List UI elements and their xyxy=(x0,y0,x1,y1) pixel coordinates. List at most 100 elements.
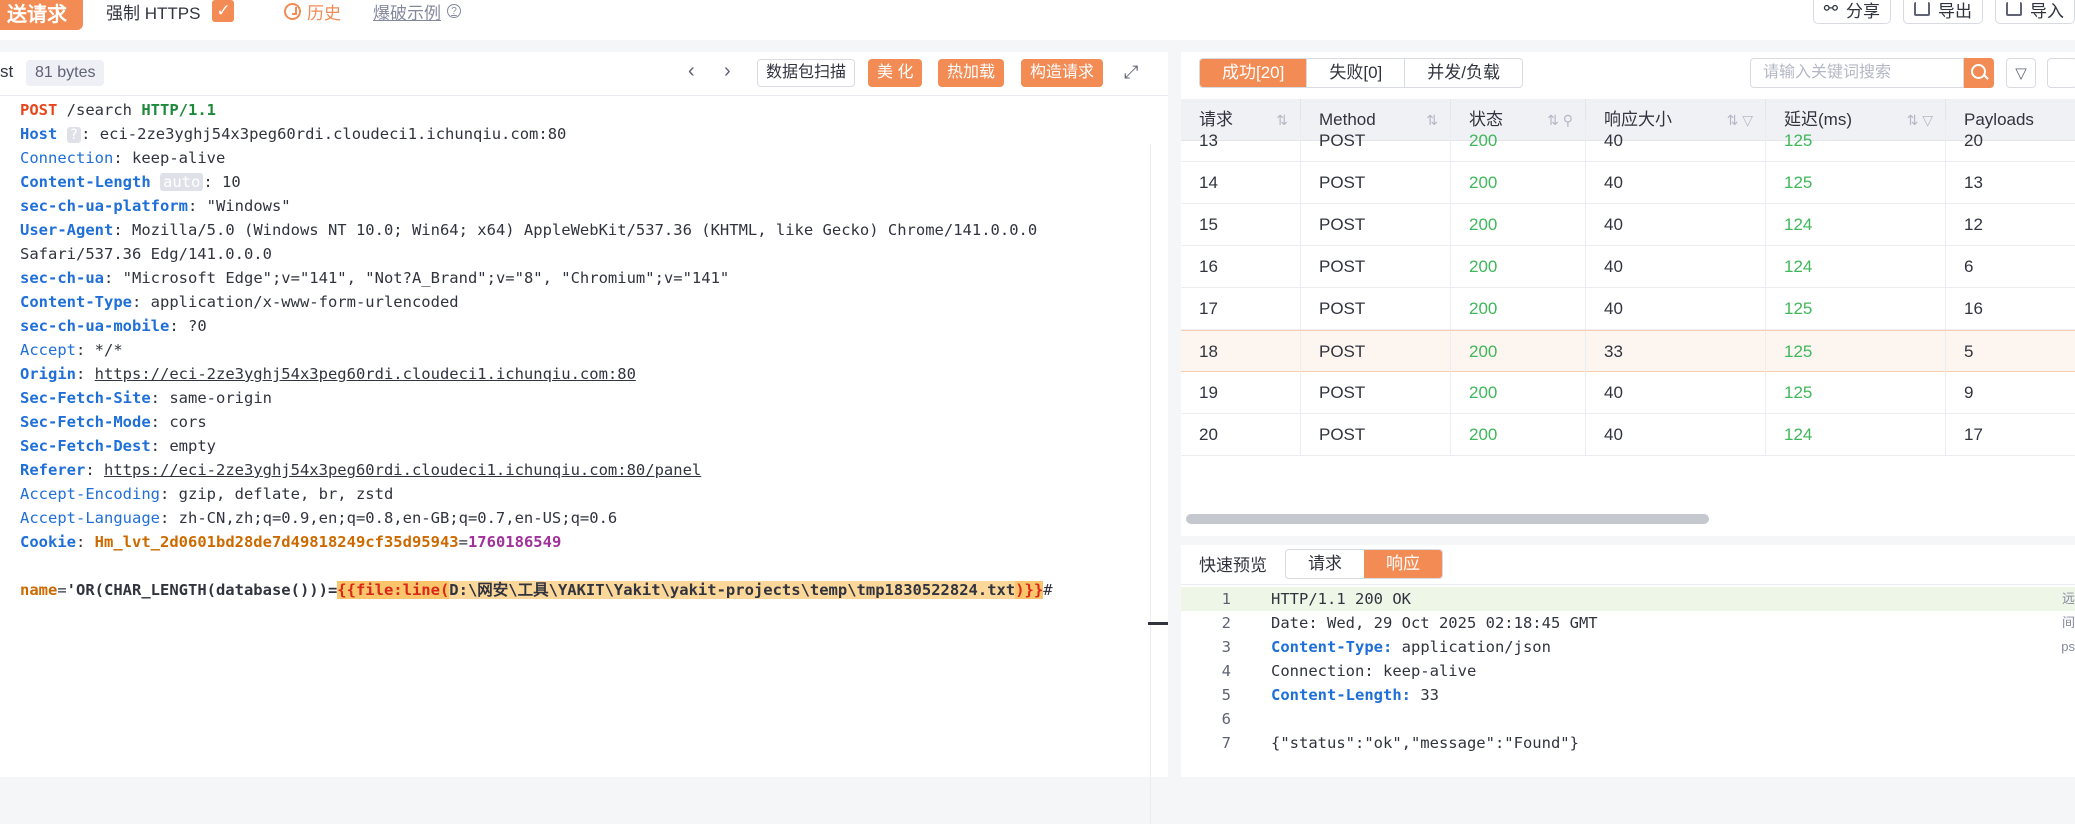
header-accept-language: Accept-Language: zh-CN,zh;q=0.9,en;q=0.8… xyxy=(20,509,618,527)
table-cell: 40 xyxy=(1586,246,1766,288)
tab-preview-response[interactable]: 响应 xyxy=(1364,550,1442,578)
export-button[interactable]: 导出 xyxy=(1903,0,1983,24)
header-user-agent: User-Agent: Mozilla/5.0 (Windows NT 10.0… xyxy=(20,221,1038,239)
response-text: Connection: keep-alive xyxy=(1271,662,1477,680)
preview-header: 快速预览 请求 响应 xyxy=(1181,545,2075,585)
request-editor[interactable]: POST /search HTTP/1.1 Host ?: eci-2ze3yg… xyxy=(0,98,1168,824)
table-cell: 200 xyxy=(1451,331,1586,373)
history-button[interactable]: 历史 xyxy=(284,0,341,23)
table-row[interactable]: 18 POST 200 33 125 5 xyxy=(1181,330,2075,373)
table-cell: 12 xyxy=(1964,215,1983,234)
header-sec-fetch-mode: Sec-Fetch-Mode: cors xyxy=(20,413,207,431)
hotload-button[interactable]: 热加载 xyxy=(938,59,1005,87)
table-cell: 200 xyxy=(1451,414,1586,456)
quick-preview-panel: 快速预览 请求 响应 1 HTTP/1.1 200 OK 远 2 Date: Wed, … xyxy=(1181,545,2075,777)
build-request-button[interactable]: 构造请求 xyxy=(1021,59,1104,87)
header-sec-fetch-dest: Sec-Fetch-Dest: empty xyxy=(20,437,216,455)
table-cell: 40 xyxy=(1586,120,1766,162)
table-cell: 200 xyxy=(1451,120,1586,162)
table-row[interactable]: 13 POST 200 40 125 20 xyxy=(1181,120,2075,162)
line-number: 1 xyxy=(1221,590,1231,608)
table-cell: 20 xyxy=(1181,414,1301,456)
tab-fail[interactable]: 失败[0] xyxy=(1307,59,1406,87)
request-body: name='OR(CHAR_LENGTH(database()))={{file… xyxy=(20,581,1053,599)
header-mobile: sec-ch-ua-mobile: ?0 xyxy=(20,317,207,335)
response-line: 3 Content-Type: application/json ps xyxy=(1181,635,2075,659)
table-row[interactable]: 20 POST 200 40 124 17 xyxy=(1181,414,2075,456)
editor-scroll-marker[interactable] xyxy=(1148,622,1168,625)
tab-success[interactable]: 成功[20] xyxy=(1200,59,1308,87)
table-cell: POST xyxy=(1301,414,1451,456)
tab-preview-request[interactable]: 请求 xyxy=(1286,550,1364,578)
header-origin: Origin: https://eci-2ze3yghj54x3peg60rdi… xyxy=(20,365,636,383)
import-icon xyxy=(2006,2,2022,16)
table-cell: 20 xyxy=(1964,131,1983,150)
fuzztag-path: D:\网安\工具\YAKIT\Yakit\yakit-projects\temp… xyxy=(449,581,1016,599)
chevron-left-icon[interactable]: ‹ xyxy=(688,60,695,83)
line-number: 4 xyxy=(1221,662,1231,680)
table-cell: 200 xyxy=(1451,372,1586,414)
export-label: 导出 xyxy=(1938,1,1972,21)
table-cell: POST xyxy=(1301,120,1451,162)
table-cell: 15 xyxy=(1181,204,1301,246)
table-row[interactable]: 17 POST 200 40 125 16 xyxy=(1181,288,2075,330)
table-cell: 9 xyxy=(1964,383,1974,402)
table-row[interactable]: 15 POST 200 40 124 12 xyxy=(1181,204,2075,246)
table-cell: 14 xyxy=(1181,162,1301,204)
header-accept: Accept: */* xyxy=(20,341,123,359)
panel-splitter[interactable] xyxy=(1168,52,1180,777)
header-referer: Referer: https://eci-2ze3yghj54x3peg60rd… xyxy=(20,461,702,479)
filter-icon[interactable]: ▽ xyxy=(2006,58,2036,88)
preview-label: 快速预览 xyxy=(1199,556,1267,575)
header-sec-fetch-site: Sec-Fetch-Site: same-origin xyxy=(20,389,272,407)
table-row[interactable]: 16 POST 200 40 124 6 xyxy=(1181,246,2075,288)
result-search-input[interactable]: 请输入关键词搜索 xyxy=(1750,58,1964,88)
table-cell: 125 xyxy=(1766,288,1946,330)
clock-icon xyxy=(284,2,301,20)
table-row[interactable]: 19 POST 200 40 125 9 xyxy=(1181,372,2075,414)
table-cell: 40 xyxy=(1586,414,1766,456)
response-text: Content-Type: application/json xyxy=(1271,638,1551,656)
table-cell: 16 xyxy=(1181,246,1301,288)
header-content-type: Content-Type: application/x-www-form-url… xyxy=(20,293,459,311)
header-user-agent-cont: Safari/537.36 Edg/141.0.0.0 xyxy=(20,245,272,263)
fuzztag-open: {{file:line( xyxy=(337,581,450,599)
table-cell: 18 xyxy=(1181,331,1301,373)
more-button[interactable] xyxy=(2047,58,2075,88)
response-line: 1 HTTP/1.1 200 OK 远 xyxy=(1181,587,2075,611)
table-cell: 125 xyxy=(1766,372,1946,414)
table-cell: 5 xyxy=(1964,342,1974,361)
table-cell: 125 xyxy=(1766,331,1946,373)
fullscreen-icon[interactable]: ⤢ xyxy=(1124,62,1138,83)
table-cell: 200 xyxy=(1451,204,1586,246)
share-button[interactable]: ⚯ 分享 xyxy=(1812,0,1891,24)
horizontal-scrollbar[interactable] xyxy=(1186,514,1709,524)
send-request-button[interactable]: 送请求 xyxy=(0,0,83,30)
import-button[interactable]: 导入 xyxy=(1995,0,2075,24)
tab-concurrency[interactable]: 并发/负载 xyxy=(1405,59,1522,87)
response-text: HTTP/1.1 200 OK xyxy=(1271,590,1411,608)
checkbox-checked-icon[interactable]: ✓ xyxy=(212,0,235,22)
force-https-toggle[interactable]: 强制 HTTPS ✓ xyxy=(106,0,235,23)
table-row[interactable]: 14 POST 200 40 125 13 xyxy=(1181,162,2075,204)
table-cell: 40 xyxy=(1586,372,1766,414)
brute-demo-link[interactable]: 爆破示例 ? xyxy=(373,0,461,23)
line-number: 2 xyxy=(1221,614,1231,632)
fuzztag-close: )}} xyxy=(1015,581,1044,599)
table-cell: 124 xyxy=(1766,204,1946,246)
search-icon[interactable] xyxy=(1964,58,1994,88)
header-platform: sec-ch-ua-platform: "Windows" xyxy=(20,197,291,215)
beautify-button[interactable]: 美 化 xyxy=(868,59,923,87)
request-line: POST /search HTTP/1.1 xyxy=(20,101,216,119)
packet-scan-button[interactable]: 数据包扫描 xyxy=(757,59,856,87)
table-cell: 6 xyxy=(1964,257,1974,276)
table-cell: POST xyxy=(1301,288,1451,330)
table-cell: 200 xyxy=(1451,162,1586,204)
request-panel: st 81 bytes ‹ › 数据包扫描 美 化 热加载 构造请求 ⤢ POS… xyxy=(0,52,1168,824)
help-icon[interactable]: ? xyxy=(447,4,461,18)
table-cell: POST xyxy=(1301,246,1451,288)
table-cell: 13 xyxy=(1181,120,1301,162)
table-cell: 124 xyxy=(1766,246,1946,288)
history-label: 历史 xyxy=(307,3,341,23)
chevron-right-icon[interactable]: › xyxy=(724,60,731,83)
